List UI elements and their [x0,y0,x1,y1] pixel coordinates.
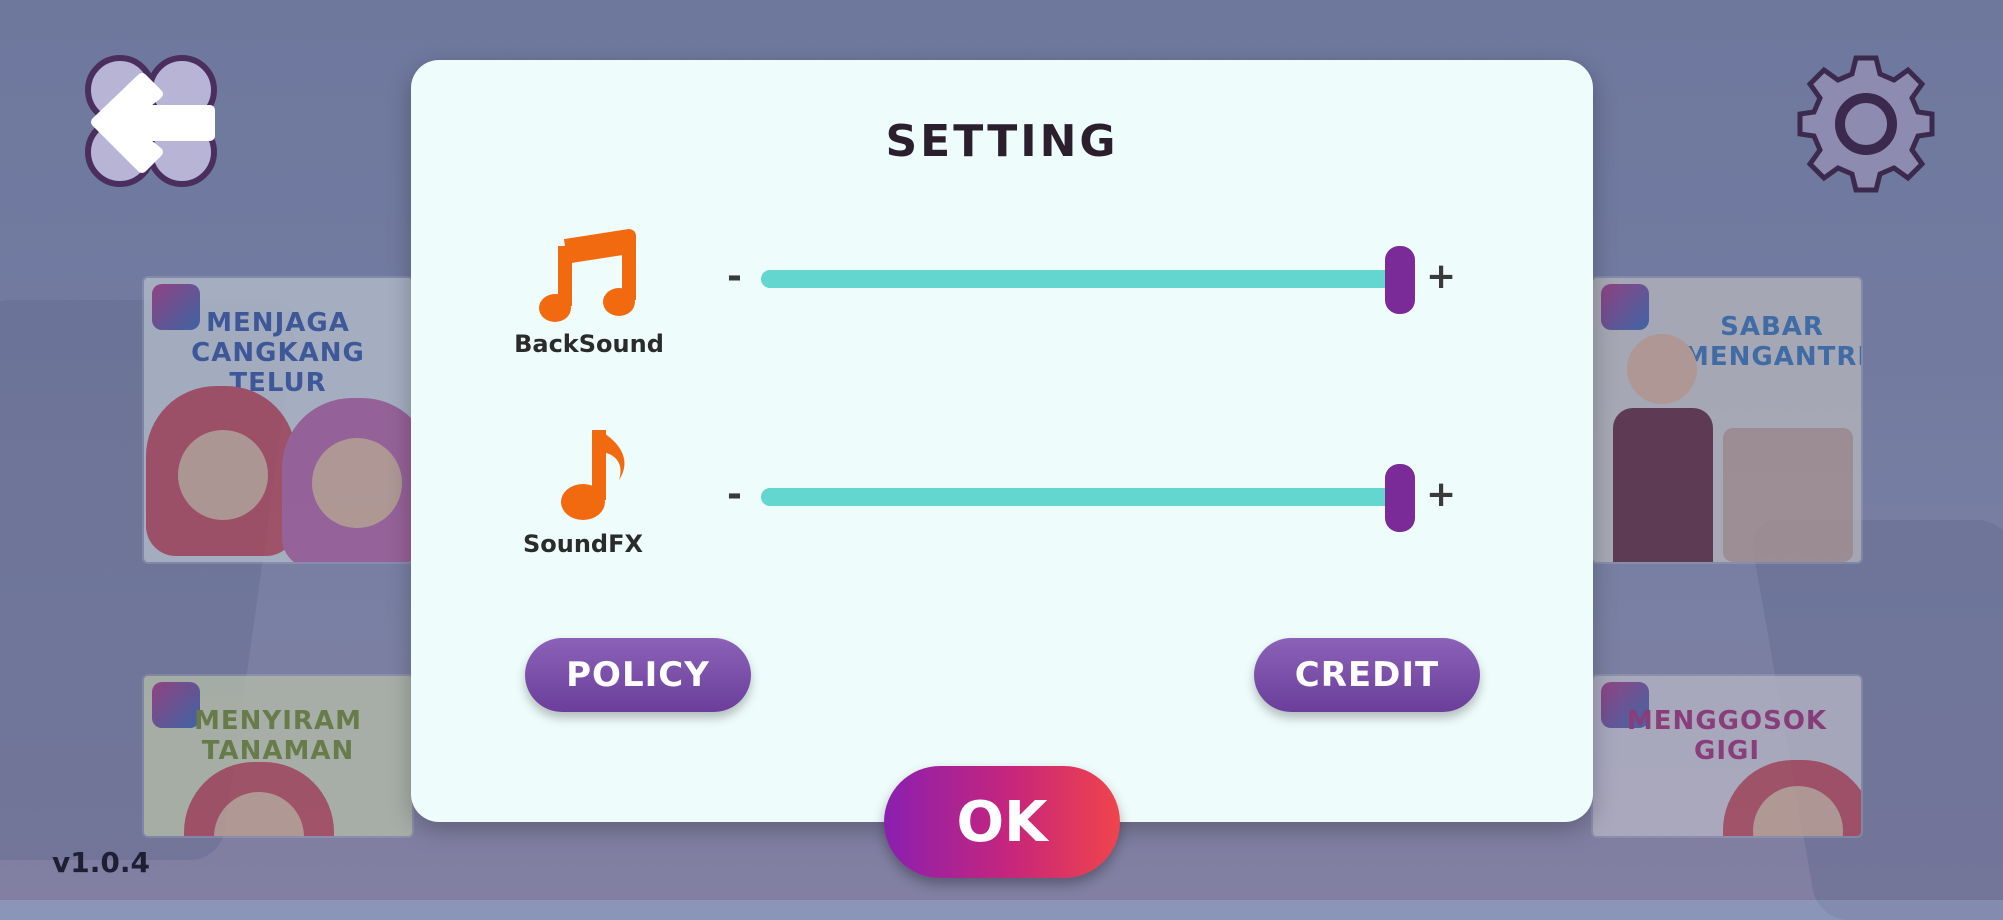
backsound-increase[interactable]: + [1426,256,1456,297]
soundfx-slider[interactable] [761,488,1415,506]
back-button[interactable] [78,52,226,192]
music-note-icon [553,422,633,526]
backsound-slider-thumb[interactable] [1385,246,1415,314]
gear-icon [1797,55,1935,193]
credit-button[interactable]: CREDIT [1254,638,1480,712]
backsound-decrease[interactable]: - [727,256,742,297]
policy-button[interactable]: POLICY [525,638,751,712]
ok-button[interactable]: OK [884,766,1120,878]
dialog-title: SETTING [885,116,1119,167]
double-music-note-icon [539,228,639,332]
soundfx-label: SoundFX [522,530,644,558]
settings-gear-button[interactable] [1796,54,1936,194]
backsound-slider[interactable] [761,270,1415,288]
back-arrow-icon [85,55,217,187]
soundfx-slider-thumb[interactable] [1385,464,1415,532]
soundfx-decrease[interactable]: - [727,474,742,515]
soundfx-increase[interactable]: + [1426,474,1456,515]
settings-dialog: SETTING BackSound - + SoundFX - + POLICY… [411,60,1593,822]
version-label: v1.0.4 [52,846,150,879]
backsound-label: BackSound [514,330,664,358]
